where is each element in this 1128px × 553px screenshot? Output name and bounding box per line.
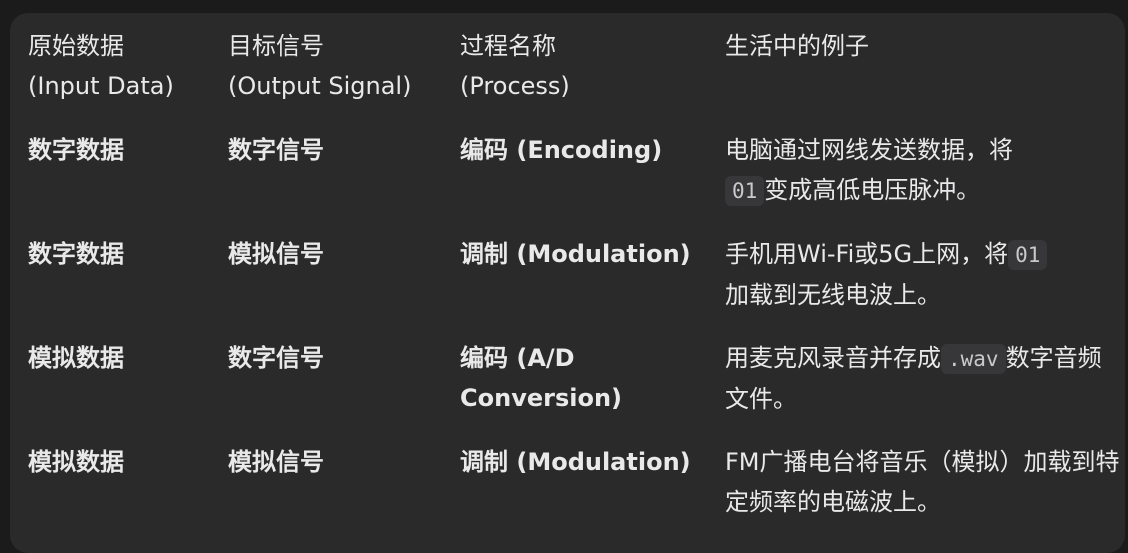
cell-process: 编码 (A/D Conversion) (460, 344, 622, 412)
cell-input: 数字数据 (28, 240, 124, 268)
inline-code: 01 (725, 176, 765, 206)
header-output-en: (Output Signal) (228, 72, 412, 100)
cell-example: 用麦克风录音并存成 .wav 数字音频文件。 (725, 338, 1125, 442)
table-row: 数字数据 数字信号 编码 (Encoding) 电脑通过网线发送数据，将 01 变成… (10, 130, 1125, 234)
header-output-zh: 目标信号 (228, 32, 324, 60)
example-text-post: 变成高低电压脉冲。 (764, 176, 981, 204)
signal-conversion-table: 原始数据 (Input Data) 目标信号 (Output Signal) 过… (10, 13, 1125, 546)
table-row: 模拟数据 数字信号 编码 (A/D Conversion) 用麦克风录音并存成.… (10, 338, 1125, 442)
header-input-en: (Input Data) (28, 72, 174, 100)
cell-process: 调制 (Modulation) (460, 448, 691, 476)
cell-example: 手机用Wi-Fi或5G上网，将 01 加载到无线电波上。 (725, 234, 1125, 338)
header-process-en: (Process) (460, 72, 570, 100)
inline-code: .wav (941, 344, 1006, 374)
inline-code: 01 (1008, 240, 1048, 270)
cell-output: 模拟信号 (228, 448, 324, 476)
table-row: 数字数据 模拟信号 调制 (Modulation) 手机用Wi-Fi或5G上网，… (10, 234, 1125, 338)
cell-example: 电脑通过网线发送数据，将 01 变成高低电压脉冲。 (725, 130, 1125, 234)
table-row: 模拟数据 模拟信号 调制 (Modulation) FM广播电台将音乐（模拟）加… (10, 442, 1125, 546)
cell-example: FM广播电台将音乐（模拟）加载到特定频率的电磁波上。 (725, 442, 1125, 546)
header-input-data: 原始数据 (Input Data) (10, 13, 228, 130)
example-text-pre: 电脑通过网线发送数据，将 (725, 136, 1013, 164)
table-header-row: 原始数据 (Input Data) 目标信号 (Output Signal) 过… (10, 13, 1125, 130)
cell-process: 调制 (Modulation) (460, 240, 691, 268)
header-output-signal: 目标信号 (Output Signal) (228, 13, 460, 130)
header-process-zh: 过程名称 (460, 32, 556, 60)
header-input-zh: 原始数据 (28, 32, 124, 60)
example-text-pre: 手机用Wi-Fi或5G上网，将 (725, 240, 1009, 268)
cell-process: 编码 (Encoding) (460, 136, 663, 164)
example-text-post: 加载到无线电波上。 (725, 281, 941, 309)
cell-input: 模拟数据 (28, 344, 124, 372)
cell-output: 模拟信号 (228, 240, 324, 268)
cell-input: 模拟数据 (28, 448, 124, 476)
header-example-zh: 生活中的例子 (725, 32, 869, 60)
header-example: 生活中的例子 (725, 13, 1125, 130)
cell-input: 数字数据 (28, 136, 124, 164)
example-text-pre: 用麦克风录音并存成 (725, 344, 941, 372)
cell-output: 数字信号 (228, 136, 324, 164)
cell-output: 数字信号 (228, 344, 324, 372)
header-process: 过程名称 (Process) (460, 13, 725, 130)
example-text-pre: FM广播电台将音乐（模拟）加载到特定频率的电磁波上。 (725, 448, 1120, 516)
